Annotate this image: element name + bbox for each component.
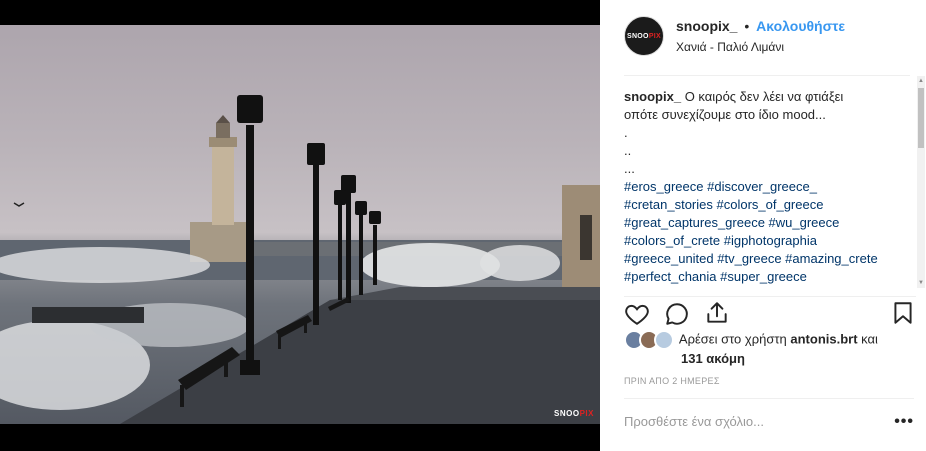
liker-avatar [654,330,674,350]
comment-input[interactable]: Προσθέστε ένα σχόλιο... [624,414,764,429]
heart-icon[interactable] [624,301,650,327]
username-link[interactable]: snoopix_ [676,18,737,34]
likes-prefix: Αρέσει στο χρήστη [678,331,787,347]
likes-summary: Αρέσει στο χρήστη antonis.brt και 131 ακ… [624,330,914,368]
watermark-text: SNOO [554,409,580,418]
username-row: snoopix_ • Ακολουθήστε [676,18,845,34]
location-link[interactable]: Χανιά - Παλιό Λιμάνι [676,40,784,54]
avatar-text: SNOO [626,32,649,40]
liker-username[interactable]: antonis.brt [790,331,857,346]
watermark-accent: PIX [579,409,594,418]
photo-watermark: SNOOPIX [554,409,594,418]
hashtag-line[interactable]: #eros_greece #discover_greece_ [624,178,914,196]
scroll-thumb[interactable] [918,88,924,148]
post-photo[interactable]: SNOOPIX [0,25,600,424]
caption-line: . [624,125,628,140]
caption: snoopix_ Ο καιρός δεν λέει να φτιάξει οπ… [624,88,914,286]
hashtag-line[interactable]: #cretan_stories #colors_of_greece [624,196,914,214]
likes-others-count[interactable]: 131 ακόμη [681,351,745,366]
caption-line: .. [624,143,632,158]
hashtag-line[interactable]: #perfect_chania #super_greece [624,268,914,286]
scroll-up-arrow-icon[interactable]: ▲ [917,76,925,86]
post-side-panel: SNOO PIX snoopix_ • Ακολουθήστε Χανιά - Π… [600,0,926,451]
action-bar [624,296,916,327]
caption-line: ... [624,161,635,176]
post-photo-area: SNOOPIX [0,0,600,451]
scroll-down-arrow-icon[interactable]: ▼ [917,278,925,288]
caption-line: Ο καιρός δεν λέει να φτιάξει [684,89,844,104]
bookmark-icon[interactable] [890,300,916,326]
more-options-icon[interactable]: ••• [894,413,914,431]
avatar-accent: PIX [648,32,661,40]
caption-scrollbar[interactable]: ▲ ▼ [917,76,925,288]
post-timestamp[interactable]: ΠΡΙΝ ΑΠΟ 2 ΗΜΕΡΕΣ [624,376,720,386]
caption-line: οπότε συνεχίζουμε στο ίδιο mood... [624,107,826,122]
caption-username[interactable]: snoopix_ [624,89,681,104]
hashtag-line[interactable]: #greece_united #tv_greece #amazing_crete [624,250,914,268]
hashtag-line[interactable]: #colors_of_crete #igphotographia [624,232,914,250]
liker-avatars[interactable] [624,330,676,350]
avatar[interactable]: SNOO PIX [624,16,664,56]
separator-dot: • [744,18,750,34]
follow-button[interactable]: Ακολουθήστε [756,18,845,34]
comment-icon[interactable] [664,301,690,327]
post-header: SNOO PIX snoopix_ • Ακολουθήστε Χανιά - Π… [624,0,910,76]
hashtag-line[interactable]: #great_captures_greece #wu_greece [624,214,914,232]
harbor-storm-photo [0,95,600,424]
likes-conjunction: και [861,331,878,347]
share-icon[interactable] [704,300,730,326]
comment-box: Προσθέστε ένα σχόλιο... ••• [624,398,914,444]
